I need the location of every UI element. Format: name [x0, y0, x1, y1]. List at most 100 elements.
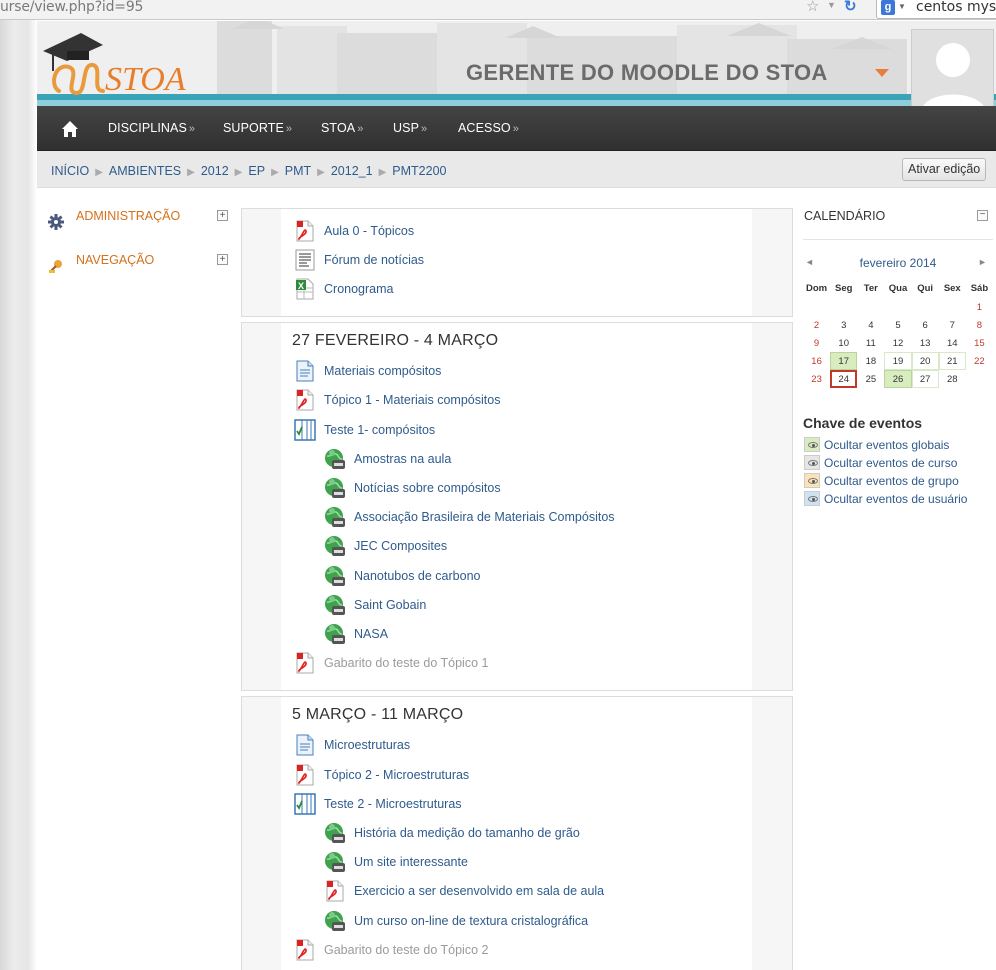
calendar-day[interactable]: 27: [911, 370, 939, 388]
calendar-day[interactable]: 13: [912, 334, 939, 352]
block-administration: ADMINISTRAÇÃO +: [48, 209, 233, 233]
nav-suporte[interactable]: SUPORTE»: [223, 121, 292, 135]
activity-link[interactable]: Exercicio a ser desenvolvido em sala de …: [354, 884, 604, 898]
stoa-logo[interactable]: STOA: [41, 33, 201, 103]
event-key-link[interactable]: Ocultar eventos globais: [824, 438, 949, 452]
calendar-day[interactable]: 4: [857, 316, 884, 334]
block-nav-title[interactable]: NAVEGAÇÃO: [76, 253, 154, 267]
calendar-day[interactable]: 6: [912, 316, 939, 334]
calendar-day[interactable]: 19: [884, 352, 912, 370]
user-menu-caret-icon[interactable]: [875, 69, 889, 77]
calendar-day[interactable]: 5: [884, 316, 911, 334]
nav-usp[interactable]: USP»: [393, 121, 427, 135]
user-avatar[interactable]: [911, 29, 994, 113]
weekday-header: Seg: [834, 283, 853, 294]
event-key-link[interactable]: Ocultar eventos de curso: [824, 456, 957, 470]
calendar-day[interactable]: 20: [911, 352, 939, 370]
next-month-icon[interactable]: ►: [978, 257, 987, 267]
calendar-day[interactable]: 1: [966, 298, 993, 316]
calendar-day[interactable]: 12: [884, 334, 911, 352]
calendar-empty-cell: [884, 298, 911, 316]
activity-link[interactable]: Teste 1- compósitos: [324, 423, 435, 437]
pdf-icon: [294, 652, 316, 674]
calendar-day[interactable]: 8: [966, 316, 993, 334]
activity-link[interactable]: Associação Brasileira de Materiais Compó…: [354, 510, 615, 524]
toggle-edit-button[interactable]: Ativar edição: [902, 158, 987, 181]
calendar-day[interactable]: 22: [966, 352, 993, 370]
calendar-day[interactable]: 21: [938, 352, 966, 370]
url-icon: [324, 822, 346, 844]
calendar-day[interactable]: 25: [857, 370, 884, 388]
breadcrumb-2012[interactable]: 2012: [201, 164, 229, 178]
activity-link[interactable]: Aula 0 - Tópicos: [324, 224, 414, 238]
calendar-day[interactable]: 15: [966, 334, 993, 352]
calendar-day[interactable]: 14: [939, 334, 966, 352]
eye-icon: [804, 437, 820, 452]
activity-link[interactable]: Notícias sobre compósitos: [354, 481, 501, 495]
block-admin-title[interactable]: ADMINISTRAÇÃO: [76, 209, 180, 223]
activity-link[interactable]: Um site interessante: [354, 855, 468, 869]
activity-link[interactable]: Gabarito do teste do Tópico 1: [324, 656, 488, 670]
activity-link[interactable]: Tópico 2 - Microestruturas: [324, 768, 469, 782]
event-key-link[interactable]: Ocultar eventos de usuário: [824, 492, 967, 506]
calendar-day[interactable]: 23: [803, 370, 830, 388]
calendar-day[interactable]: 7: [939, 316, 966, 334]
calendar-month[interactable]: fevereiro 2014: [803, 256, 993, 270]
activity-link[interactable]: Teste 2 - Microestruturas: [324, 797, 462, 811]
activity-link[interactable]: Cronograma: [324, 282, 393, 296]
breadcrumb-2012-1[interactable]: 2012_1: [331, 164, 373, 178]
svg-text:X: X: [298, 281, 304, 291]
calendar-day[interactable]: 2: [803, 316, 830, 334]
quiz-icon: [294, 419, 316, 441]
home-icon[interactable]: [61, 120, 79, 138]
calendar-day[interactable]: 26: [884, 370, 912, 388]
calendar-collapse-icon[interactable]: −: [977, 210, 988, 221]
svg-text:STOA: STOA: [105, 61, 186, 98]
breadcrumb-ep[interactable]: EP: [248, 164, 265, 178]
calendar-day[interactable]: 10: [830, 334, 857, 352]
url-icon: [324, 477, 346, 499]
pdf-icon: [294, 389, 316, 411]
calendar-day[interactable]: 9: [803, 334, 830, 352]
activity-link[interactable]: História da medição do tamanho de grão: [354, 826, 580, 840]
search-input[interactable]: centos mysc: [916, 0, 996, 15]
nav-disciplinas[interactable]: DISCIPLINAS»: [108, 121, 195, 135]
activity-link[interactable]: Gabarito do teste do Tópico 2: [324, 943, 488, 957]
breadcrumb-pmt[interactable]: PMT: [285, 164, 311, 178]
breadcrumb-pmt2200[interactable]: PMT2200: [392, 164, 446, 178]
activity-link[interactable]: Fórum de notícias: [324, 253, 424, 267]
dropdown-arrow-icon[interactable]: ▼: [827, 0, 836, 10]
activity-link[interactable]: Materiais compósitos: [324, 364, 441, 378]
nav-stoa[interactable]: STOA»: [321, 121, 363, 135]
calendar-day[interactable]: 17: [830, 352, 858, 370]
block-admin-expand-icon[interactable]: +: [217, 210, 228, 221]
address-bar[interactable]: urse/view.php?id=95: [0, 0, 143, 15]
reload-icon[interactable]: ↻: [844, 0, 857, 15]
calendar-day[interactable]: 11: [857, 334, 884, 352]
calendar-day[interactable]: 16: [803, 352, 830, 370]
activity-link[interactable]: Nanotubos de carbono: [354, 569, 480, 583]
activity-link[interactable]: Saint Gobain: [354, 598, 426, 612]
calendar-day[interactable]: 24: [830, 370, 858, 388]
breadcrumb-inicio[interactable]: INÍCIO: [51, 164, 89, 178]
search-box[interactable]: g ▼ centos mysc: [876, 0, 996, 19]
calendar-day[interactable]: 18: [857, 352, 884, 370]
activity-link[interactable]: NASA: [354, 627, 388, 641]
activity-link[interactable]: JEC Composites: [354, 539, 447, 553]
eye-icon: [804, 473, 820, 488]
site-name[interactable]: GERENTE DO MOODLE DO STOA: [466, 60, 828, 86]
search-engine-dropdown-icon[interactable]: ▼: [898, 2, 906, 11]
block-nav-expand-icon[interactable]: +: [217, 254, 228, 265]
nav-acesso[interactable]: ACESSO»: [458, 121, 519, 135]
activity-link[interactable]: Microestruturas: [324, 738, 410, 752]
activity-link[interactable]: Um curso on-line de textura cristalográf…: [354, 914, 588, 928]
activity-link[interactable]: Amostras na aula: [354, 452, 451, 466]
calendar-day[interactable]: 28: [939, 370, 966, 388]
url-icon: [324, 506, 346, 528]
calendar-day[interactable]: 3: [830, 316, 857, 334]
breadcrumb-ambientes[interactable]: AMBIENTES: [109, 164, 181, 178]
event-key-link[interactable]: Ocultar eventos de grupo: [824, 474, 959, 488]
calendar-title: CALENDÁRIO: [804, 209, 886, 223]
activity-link[interactable]: Tópico 1 - Materiais compósitos: [324, 393, 500, 407]
bookmark-star-icon[interactable]: ☆: [806, 0, 819, 15]
